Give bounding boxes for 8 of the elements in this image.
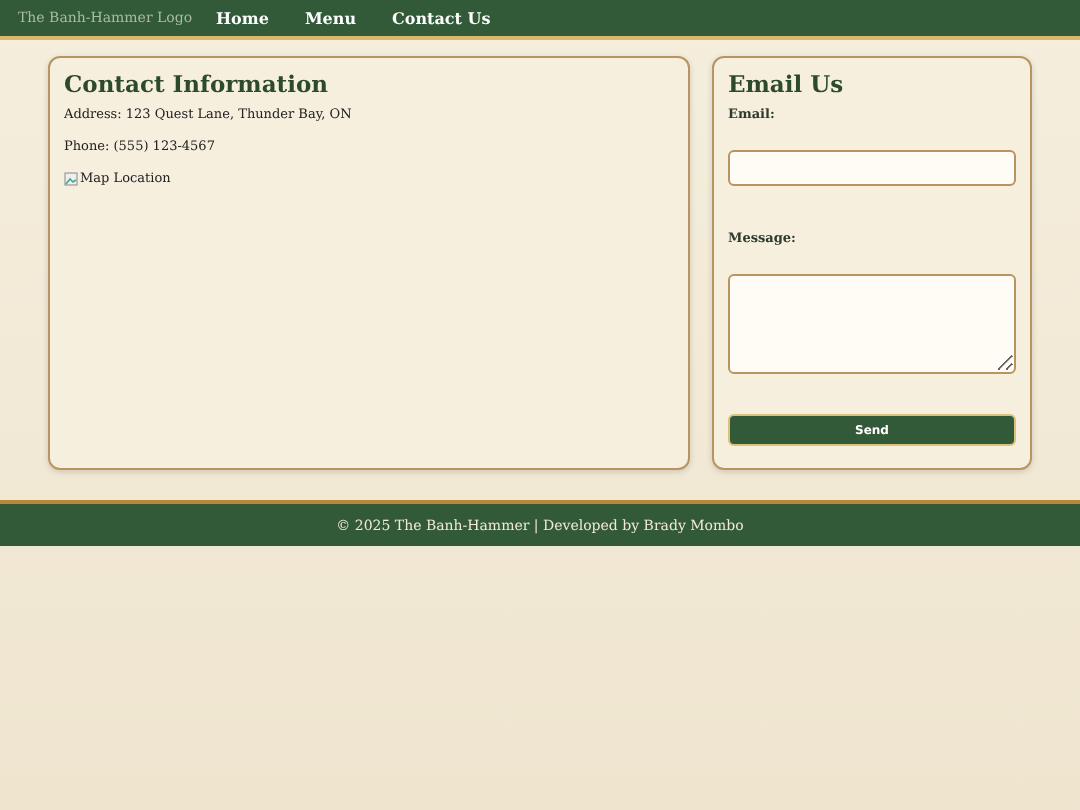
broken-image-icon — [64, 171, 78, 185]
message-field[interactable] — [728, 274, 1016, 374]
nav-link[interactable]: Menu — [304, 8, 357, 28]
nav-link[interactable]: Home — [216, 8, 269, 28]
email-title: Email Us — [728, 70, 846, 98]
nav-link[interactable]: Contact Us — [392, 8, 491, 28]
contact-title: Contact Information — [64, 70, 331, 98]
email-field[interactable] — [728, 150, 1016, 186]
